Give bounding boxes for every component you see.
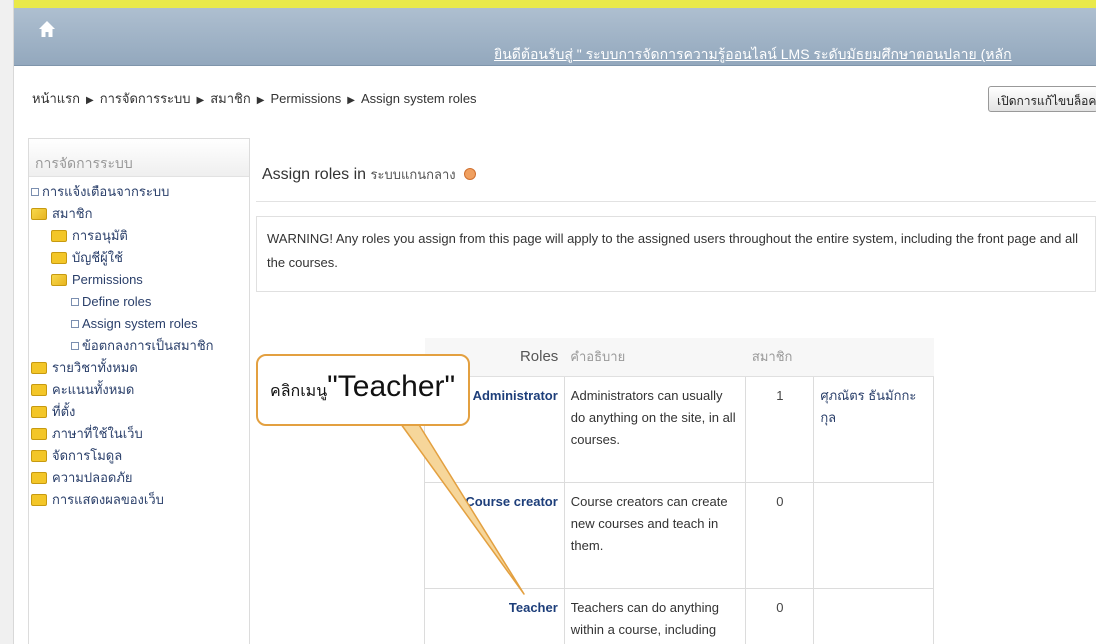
navigation-bar: หน้าแรก ▶ การจัดการระบบ ▶ สมาชิก ▶ Permissions… xyxy=(14,66,1096,124)
table-row: Course creator Course creators can creat… xyxy=(424,481,934,589)
sidebar-item-appearance[interactable]: การแสดงผลของเว็บ xyxy=(29,489,249,511)
left-edge-strip xyxy=(0,0,14,644)
column-header-members: สมาชิก xyxy=(745,338,814,377)
breadcrumb-home[interactable]: หน้าแรก xyxy=(32,91,80,106)
roles-table: Roles คำอธิบาย สมาชิก Administrator Admi… xyxy=(424,338,934,644)
sidebar-item-language[interactable]: ภาษาที่ใช้ในเว็บ xyxy=(29,423,249,445)
sidebar-item-grades[interactable]: คะแนนทั้งหมด xyxy=(29,379,249,401)
sidebar-item-label: การแจ้งเตือนจากระบบ xyxy=(42,184,170,199)
member-list xyxy=(813,481,934,589)
sidebar-item-modules[interactable]: จัดการโมดูล xyxy=(29,445,249,467)
turn-editing-on-button[interactable]: เปิดการแก้ไขบล็อค xyxy=(988,86,1096,112)
sidebar-item-notifications[interactable]: การแจ้งเตือนจากระบบ xyxy=(29,181,249,203)
role-link-course-creator[interactable]: Course creator xyxy=(424,481,565,589)
member-list xyxy=(813,587,934,644)
instruction-callout: คลิกเมนู"Teacher" xyxy=(256,354,470,426)
role-description: Course creators can create new courses a… xyxy=(563,481,747,589)
folder-icon xyxy=(31,450,47,462)
member-count: 0 xyxy=(745,481,815,589)
column-header-users xyxy=(813,338,934,377)
site-title-link[interactable]: ยินดีต้อนรับสู่ " ระบบการจัดการความรู้ออ… xyxy=(494,44,1094,66)
breadcrumb-separator: ▶ xyxy=(196,95,205,106)
folder-icon xyxy=(51,252,67,264)
breadcrumb-separator: ▶ xyxy=(256,95,265,106)
role-link-teacher[interactable]: Teacher xyxy=(424,587,565,644)
sidebar-item-accounts[interactable]: บัญชีผู้ใช้ xyxy=(29,247,249,269)
bullet-icon xyxy=(71,320,79,328)
warning-message: WARNING! Any roles you assign from this … xyxy=(256,216,1096,292)
breadcrumb-users[interactable]: สมาชิก xyxy=(210,91,251,106)
folder-icon xyxy=(31,428,47,440)
folder-icon xyxy=(31,472,47,484)
member-count: 1 xyxy=(745,375,815,483)
breadcrumb-permissions[interactable]: Permissions xyxy=(270,91,341,106)
bullet-icon xyxy=(71,342,79,350)
folder-icon xyxy=(31,384,47,396)
folder-open-icon xyxy=(31,208,47,220)
folder-icon xyxy=(31,362,47,374)
sidebar-item-permissions[interactable]: Permissions xyxy=(29,269,249,291)
help-icon[interactable] xyxy=(464,168,477,180)
sidebar-item-label: คะแนนทั้งหมด xyxy=(52,382,135,397)
member-link[interactable]: ศุภณัตร ธันมักกะกุล xyxy=(813,375,934,483)
sidebar-item-label: การแสดงผลของเว็บ xyxy=(52,492,164,507)
breadcrumb: หน้าแรก ▶ การจัดการระบบ ▶ สมาชิก ▶ Permissions… xyxy=(32,88,477,109)
column-header-description: คำอธิบาย xyxy=(564,338,746,377)
sidebar-item-label: สมาชิก xyxy=(52,206,93,221)
breadcrumb-current: Assign system roles xyxy=(360,91,477,106)
context-name: ระบบแกนกลาง xyxy=(370,167,456,182)
sidebar-item-label: รายวิชาทั้งหมด xyxy=(52,360,138,375)
bullet-icon xyxy=(71,298,79,306)
breadcrumb-separator: ▶ xyxy=(86,95,94,106)
breadcrumb-site-admin[interactable]: การจัดการระบบ xyxy=(100,91,191,106)
admin-tree: การแจ้งเตือนจากระบบ สมาชิก การอนุมัติ บั… xyxy=(29,177,249,511)
sidebar-item-define-roles[interactable]: Define roles xyxy=(29,291,249,313)
site-admin-block-title: การจัดการระบบ xyxy=(29,139,249,177)
sidebar-item-label: ความปลอดภัย xyxy=(52,470,133,485)
sidebar-item-user-policies[interactable]: ข้อตกลงการเป็นสมาชิก xyxy=(29,335,249,357)
role-description: Administrators can usually do anything o… xyxy=(563,375,747,483)
top-accent-bar xyxy=(14,0,1096,8)
folder-open-icon xyxy=(51,274,67,286)
member-count: 0 xyxy=(745,587,815,644)
sidebar-item-label: Define roles xyxy=(82,294,152,309)
home-icon[interactable] xyxy=(36,18,58,40)
page-title: Assign roles in ระบบแกนกลาง xyxy=(262,164,477,185)
role-description: Teachers can do anything within a course… xyxy=(563,587,747,644)
sidebar-item-security[interactable]: ความปลอดภัย xyxy=(29,467,249,489)
table-header-row: Roles คำอธิบาย สมาชิก xyxy=(424,338,934,377)
breadcrumb-separator: ▶ xyxy=(347,95,355,106)
sidebar-item-label: การอนุมัติ xyxy=(72,228,128,243)
sidebar-item-label: ข้อตกลงการเป็นสมาชิก xyxy=(82,338,214,353)
bullet-icon xyxy=(31,188,39,196)
table-row: Administrator Administrators can usually… xyxy=(424,375,934,483)
page-title-text: Assign roles in xyxy=(262,166,367,183)
folder-icon xyxy=(31,406,47,418)
sidebar-item-label: ที่ตั้ง xyxy=(52,404,76,419)
sidebar-item-label: Assign system roles xyxy=(82,316,198,331)
folder-icon xyxy=(31,494,47,506)
sidebar-item-courses[interactable]: รายวิชาทั้งหมด xyxy=(29,357,249,379)
site-header: ยินดีต้อนรับสู่ " ระบบการจัดการความรู้ออ… xyxy=(14,8,1096,66)
sidebar-item-authentication[interactable]: การอนุมัติ xyxy=(29,225,249,247)
callout-prefix: คลิกเมนู xyxy=(270,383,328,400)
sidebar-item-label: ภาษาที่ใช้ในเว็บ xyxy=(52,426,143,441)
sidebar-item-label: จัดการโมดูล xyxy=(52,448,123,463)
table-row: Teacher Teachers can do anything within … xyxy=(424,587,934,644)
folder-icon xyxy=(51,230,67,242)
sidebar-item-assign-system-roles[interactable]: Assign system roles xyxy=(29,313,249,335)
sidebar-item-users[interactable]: สมาชิก xyxy=(29,203,249,225)
site-admin-block: การจัดการระบบ การแจ้งเตือนจากระบบ สมาชิก… xyxy=(28,138,250,644)
sidebar-item-label: Permissions xyxy=(72,272,143,287)
sidebar-item-location[interactable]: ที่ตั้ง xyxy=(29,401,249,423)
page-heading: Assign roles in ระบบแกนกลาง xyxy=(256,152,1096,202)
callout-text: คลิกเมนู"Teacher" xyxy=(270,370,455,404)
sidebar-item-label: บัญชีผู้ใช้ xyxy=(72,250,123,265)
callout-target: "Teacher" xyxy=(327,370,456,403)
